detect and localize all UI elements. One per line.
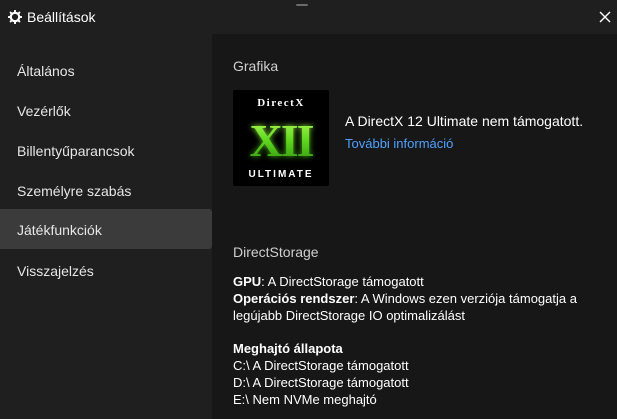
- title-bar: Beállítások: [0, 0, 617, 34]
- drive-status-item: D:\ A DirectStorage támogatott: [233, 375, 409, 390]
- gear-icon: [8, 10, 22, 24]
- gpu-value: : A DirectStorage támogatott: [261, 274, 424, 289]
- sidebar-item-label: Játékfunkciók: [17, 222, 102, 238]
- sidebar-item-label: Visszajelzés: [17, 263, 94, 279]
- drive-status-block: Meghajtó állapota C:\ A DirectStorage tá…: [233, 340, 608, 408]
- sidebar-item-label: Vezérlők: [17, 103, 71, 119]
- drive-status-heading-text: Meghajtó állapota: [233, 341, 343, 356]
- sidebar-item-vezerlok[interactable]: Vezérlők: [0, 91, 212, 130]
- section-heading-directstorage: DirectStorage: [233, 244, 319, 260]
- gpu-label: GPU: [233, 274, 262, 289]
- sidebar: Általános Vezérlők Billentyűparancsok Sz…: [0, 34, 212, 419]
- sidebar-item-visszajelzes[interactable]: Visszajelzés: [0, 251, 212, 290]
- drive-status-heading: Meghajtó állapota: [233, 340, 608, 357]
- section-heading-graphics: Grafika: [233, 58, 279, 74]
- os-label: Operációs rendszer: [233, 291, 355, 306]
- gpu-status-line: GPU: A DirectStorage támogatott: [233, 273, 608, 290]
- sidebar-item-label: Billentyűparancsok: [17, 143, 135, 159]
- content-pane: Grafika DirectX XII ULTIMATE A DirectX 1…: [212, 34, 617, 419]
- logo-bottom-text: ULTIMATE: [248, 169, 313, 180]
- logo-top-text: DirectX: [257, 97, 305, 109]
- logo-numeral: XII: [249, 115, 313, 166]
- sidebar-item-billentyuparancsok[interactable]: Billentyűparancsok: [0, 131, 212, 170]
- sidebar-item-szemelyre-szabas[interactable]: Személyre szabás: [0, 171, 212, 210]
- window-title: Beállítások: [27, 9, 96, 25]
- drag-handle[interactable]: [296, 4, 308, 6]
- sidebar-item-jatekfunkciok[interactable]: Játékfunkciók: [0, 209, 212, 249]
- sidebar-item-label: Általános: [17, 63, 75, 79]
- drive-status-item: E:\ Nem NVMe meghajtó: [233, 392, 377, 407]
- os-status-line: Operációs rendszer: A Windows ezen verzi…: [233, 290, 608, 324]
- more-info-link[interactable]: További információ: [345, 136, 453, 151]
- directx-12-ultimate-logo: DirectX XII ULTIMATE: [233, 90, 329, 186]
- sidebar-item-altalanos[interactable]: Általános: [0, 51, 212, 90]
- directstorage-status-block: GPU: A DirectStorage támogatott Operáció…: [233, 273, 608, 324]
- close-icon[interactable]: [597, 9, 613, 25]
- directx-logo-graphic: DirectX XII ULTIMATE: [248, 97, 315, 180]
- directx-status-text: A DirectX 12 Ultimate nem támogatott.: [345, 113, 584, 129]
- drive-status-item: C:\ A DirectStorage támogatott: [233, 358, 409, 373]
- sidebar-item-label: Személyre szabás: [17, 183, 132, 199]
